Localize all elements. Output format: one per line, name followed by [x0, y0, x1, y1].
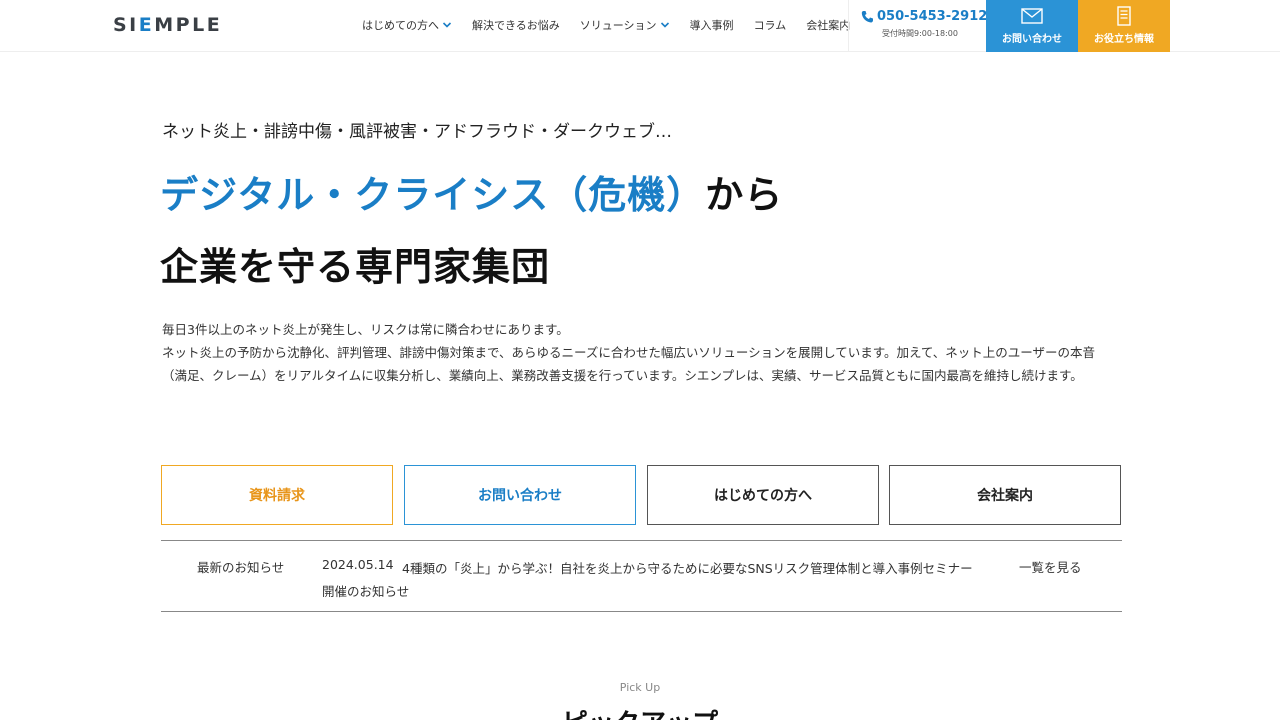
main-nav: はじめての方へ 解決できるお悩み ソリューション 導入事例 コラム 会社案内	[362, 17, 870, 33]
request-docs-button[interactable]: 資料請求	[161, 465, 393, 525]
chevron-down-icon	[442, 20, 452, 30]
nav-item-label: コラム	[753, 19, 787, 32]
header-contact-button[interactable]: お問い合わせ	[986, 0, 1078, 52]
beginners-button[interactable]: はじめての方へ	[647, 465, 879, 525]
company-info-button[interactable]: 会社案内	[889, 465, 1121, 525]
nav-item-beginners[interactable]: はじめての方へ	[362, 17, 452, 33]
header-info-button[interactable]: お役立ち情報	[1078, 0, 1170, 52]
nav-item-solutions[interactable]: ソリューション	[580, 17, 670, 33]
pickup-title: ピックアップ	[0, 703, 1280, 720]
logo-text-prefix: SI	[113, 14, 139, 36]
site-header: SIEMPLE はじめての方へ 解決できるお悩み ソリューション 導入事例 コラ…	[0, 0, 1280, 52]
phone-number-text: 050-5453-2912	[877, 9, 988, 24]
document-icon	[1112, 6, 1136, 26]
nav-item-company[interactable]: 会社案内	[806, 17, 850, 33]
header-info-label: お役立ち情報	[1094, 34, 1154, 45]
header-contact-label: お問い合わせ	[1002, 34, 1062, 45]
nav-item-label: 導入事例	[689, 19, 734, 32]
phone-contact[interactable]: 050-5453-2912 受付時間9:00-18:00	[848, 0, 987, 52]
phone-number[interactable]: 050-5453-2912	[861, 9, 987, 24]
hero-headline-line2: 企業を守る専門家集団	[160, 245, 551, 289]
nav-item-cases[interactable]: 導入事例	[690, 17, 734, 33]
contact-button[interactable]: お問い合わせ	[404, 465, 636, 525]
hero-lead: ネット炎上・誹謗中傷・風評被害・アドフラウド・ダークウェブ…	[162, 122, 672, 142]
news-view-all-link[interactable]: 一覧を見る	[1019, 557, 1082, 576]
news-bar: 最新のお知らせ 2024.05.14 4種類の「炎上」から学ぶ！自社を炎上から守…	[161, 540, 1122, 612]
logo-text-suffix: MPLE	[154, 14, 223, 36]
nav-item-column[interactable]: コラム	[754, 17, 787, 33]
hero-headline-suffix: から	[705, 173, 784, 217]
hero-headline-highlight: デジタル・クライシス（危機）	[160, 173, 706, 217]
hero-description: 毎日3件以上のネット炎上が発生し、リスクは常に隣合わせにあります。 ネット炎上の…	[162, 318, 1112, 387]
phone-icon	[861, 11, 873, 23]
news-headline-link[interactable]: 4種類の「炎上」から学ぶ！自社を炎上から守るために必要なSNSリスク管理体制と導…	[322, 557, 982, 603]
nav-item-label: ソリューション	[579, 19, 657, 32]
nav-item-problems[interactable]: 解決できるお悩み	[472, 17, 560, 33]
news-label: 最新のお知らせ	[197, 560, 285, 575]
hero-description-line2: ネット炎上の予防から沈静化、評判管理、誹謗中傷対策まで、あらゆるニーズに合わせた…	[162, 345, 1096, 383]
nav-item-label: はじめての方へ	[362, 19, 439, 32]
pickup-subtitle: Pick Up	[619, 681, 661, 694]
chevron-down-icon	[660, 20, 670, 30]
hero-headline-line1: デジタル・クライシス（危機）から	[160, 164, 783, 219]
mail-icon	[1020, 6, 1044, 26]
nav-item-label: 会社案内	[806, 19, 851, 32]
site-logo[interactable]: SIEMPLE	[113, 14, 222, 36]
phone-hours: 受付時間9:00-18:00	[882, 29, 958, 38]
nav-item-label: 解決できるお悩み	[472, 19, 560, 32]
logo-text-accent: E	[138, 14, 155, 36]
hero-description-line1: 毎日3件以上のネット炎上が発生し、リスクは常に隣合わせにあります。	[162, 322, 569, 337]
